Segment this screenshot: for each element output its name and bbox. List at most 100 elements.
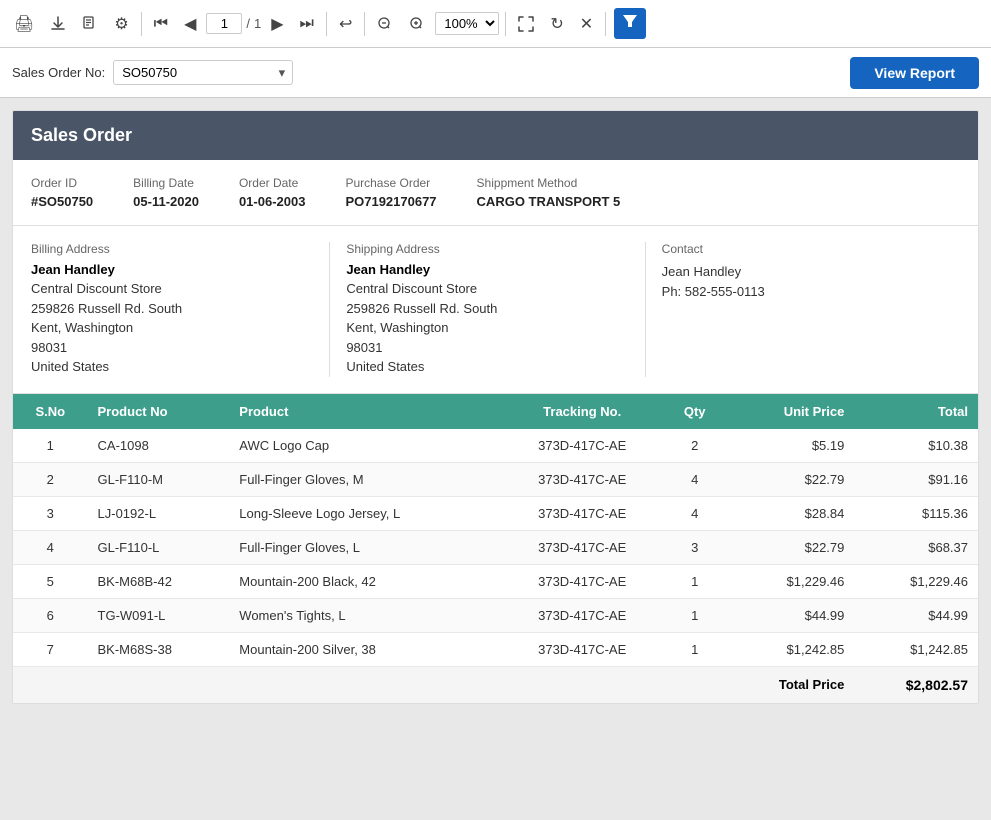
separator-1 <box>141 12 142 36</box>
cell-tracking: 373D-417C-AE <box>501 462 663 496</box>
shipping-name: Jean Handley <box>346 262 628 277</box>
separator-4 <box>505 12 506 36</box>
view-report-button[interactable]: View Report <box>850 57 979 89</box>
cell-tracking: 373D-417C-AE <box>501 429 663 463</box>
cell-total: $1,229.46 <box>854 564 978 598</box>
col-total: Total <box>854 394 978 429</box>
table-row: 1 CA-1098 AWC Logo Cap 373D-417C-AE 2 $5… <box>13 429 978 463</box>
sales-order-select[interactable]: SO50750 <box>113 60 293 85</box>
table-row: 6 TG-W091-L Women's Tights, L 373D-417C-… <box>13 598 978 632</box>
total-price-spacer <box>13 666 726 703</box>
last-page-button[interactable]: ⏭ <box>294 11 320 37</box>
cell-product: AWC Logo Cap <box>229 429 501 463</box>
total-price-label: Total Price <box>726 666 854 703</box>
cell-unit-price: $1,229.46 <box>726 564 854 598</box>
report-area: Sales Order Order ID #SO50750 Billing Da… <box>0 98 991 820</box>
cell-qty: 1 <box>663 564 726 598</box>
order-info-section: Order ID #SO50750 Billing Date 05-11-202… <box>13 160 978 226</box>
refresh-button[interactable]: ↻ <box>544 10 569 38</box>
shipment-method-label: Shippment Method <box>477 176 621 190</box>
prev-page-button[interactable]: ◀ <box>178 10 202 38</box>
purchase-order-label: Purchase Order <box>345 176 436 190</box>
cell-total: $1,242.85 <box>854 632 978 666</box>
cell-total: $10.38 <box>854 429 978 463</box>
shipping-zip: 98031 <box>346 338 628 358</box>
table-row: 2 GL-F110-M Full-Finger Gloves, M 373D-4… <box>13 462 978 496</box>
table-body: 1 CA-1098 AWC Logo Cap 373D-417C-AE 2 $5… <box>13 429 978 667</box>
table-footer-row: Total Price $2,802.57 <box>13 666 978 703</box>
filter-bar: Sales Order No: SO50750 View Report <box>0 48 991 98</box>
cell-product: Long-Sleeve Logo Jersey, L <box>229 496 501 530</box>
order-table: S.No Product No Product Tracking No. Qty… <box>13 394 978 703</box>
billing-name: Jean Handley <box>31 262 313 277</box>
zoom-select[interactable]: 100% 75% 150% <box>435 12 499 35</box>
shipment-method-col: Shippment Method CARGO TRANSPORT 5 <box>477 176 621 209</box>
billing-city: Kent, Washington <box>31 318 313 338</box>
first-page-button[interactable]: ⏮ <box>148 11 174 37</box>
contact-phone: Ph: 582-555-0113 <box>662 282 944 302</box>
cell-sno: 3 <box>13 496 88 530</box>
cell-product-no: GL-F110-L <box>88 530 230 564</box>
export-button[interactable] <box>44 12 72 36</box>
cell-total: $91.16 <box>854 462 978 496</box>
fullscreen-button[interactable] <box>512 12 540 36</box>
col-product: Product <box>229 394 501 429</box>
billing-zip: 98031 <box>31 338 313 358</box>
cell-product: Full-Finger Gloves, M <box>229 462 501 496</box>
cell-sno: 1 <box>13 429 88 463</box>
col-product-no: Product No <box>88 394 230 429</box>
report-header: Sales Order <box>13 111 978 160</box>
zoom-in-button[interactable] <box>403 12 431 36</box>
table-row: 5 BK-M68B-42 Mountain-200 Black, 42 373D… <box>13 564 978 598</box>
contact-label: Contact <box>662 242 944 256</box>
billing-street: 259826 Russell Rd. South <box>31 299 313 319</box>
cell-sno: 2 <box>13 462 88 496</box>
separator-5 <box>605 12 606 36</box>
cell-unit-price: $28.84 <box>726 496 854 530</box>
col-tracking: Tracking No. <box>501 394 663 429</box>
billing-company: Central Discount Store <box>31 279 313 299</box>
cell-product-no: GL-F110-M <box>88 462 230 496</box>
cell-product: Mountain-200 Black, 42 <box>229 564 501 598</box>
undo-button[interactable]: ↩ <box>333 10 358 38</box>
page-separator: / <box>246 16 250 31</box>
report-title: Sales Order <box>31 125 132 145</box>
shipping-country: United States <box>346 357 628 377</box>
order-id-col: Order ID #SO50750 <box>31 176 93 209</box>
cell-qty: 1 <box>663 598 726 632</box>
shipping-city: Kent, Washington <box>346 318 628 338</box>
order-id-value: #SO50750 <box>31 194 93 209</box>
shipping-address-col: Shipping Address Jean Handley Central Di… <box>346 242 645 377</box>
table-row: 3 LJ-0192-L Long-Sleeve Logo Jersey, L 3… <box>13 496 978 530</box>
cell-product-no: BK-M68B-42 <box>88 564 230 598</box>
separator-3 <box>364 12 365 36</box>
cell-tracking: 373D-417C-AE <box>501 598 663 632</box>
cell-product: Full-Finger Gloves, L <box>229 530 501 564</box>
next-page-button[interactable]: ▶ <box>265 10 289 38</box>
filter-button[interactable] <box>614 8 646 39</box>
col-qty: Qty <box>663 394 726 429</box>
order-date-col: Order Date 01-06-2003 <box>239 176 306 209</box>
current-page-input[interactable]: 1 <box>206 13 242 34</box>
document-button[interactable] <box>76 12 104 36</box>
cell-qty: 1 <box>663 632 726 666</box>
cell-product: Mountain-200 Silver, 38 <box>229 632 501 666</box>
cell-unit-price: $22.79 <box>726 530 854 564</box>
cell-product-no: TG-W091-L <box>88 598 230 632</box>
cell-unit-price: $5.19 <box>726 429 854 463</box>
zoom-out-button[interactable] <box>371 12 399 36</box>
cell-total: $115.36 <box>854 496 978 530</box>
sales-order-select-wrap[interactable]: SO50750 <box>113 60 293 85</box>
print-button[interactable]: 🖨 <box>8 10 40 38</box>
purchase-order-value: PO7192170677 <box>345 194 436 209</box>
table-row: 4 GL-F110-L Full-Finger Gloves, L 373D-4… <box>13 530 978 564</box>
toolbar: 🖨 ⚙ ⏮ ◀ 1 / 1 ▶ ⏭ ↩ 100% 75% 150% ↻ ✕ <box>0 0 991 48</box>
contact-col: Contact Jean Handley Ph: 582-555-0113 <box>662 242 960 377</box>
billing-country: United States <box>31 357 313 377</box>
table-header-row: S.No Product No Product Tracking No. Qty… <box>13 394 978 429</box>
total-pages: 1 <box>254 16 261 31</box>
settings-button[interactable]: ⚙ <box>108 10 134 38</box>
shipping-address-label: Shipping Address <box>346 242 628 256</box>
order-date-label: Order Date <box>239 176 306 190</box>
close-button[interactable]: ✕ <box>574 10 599 38</box>
